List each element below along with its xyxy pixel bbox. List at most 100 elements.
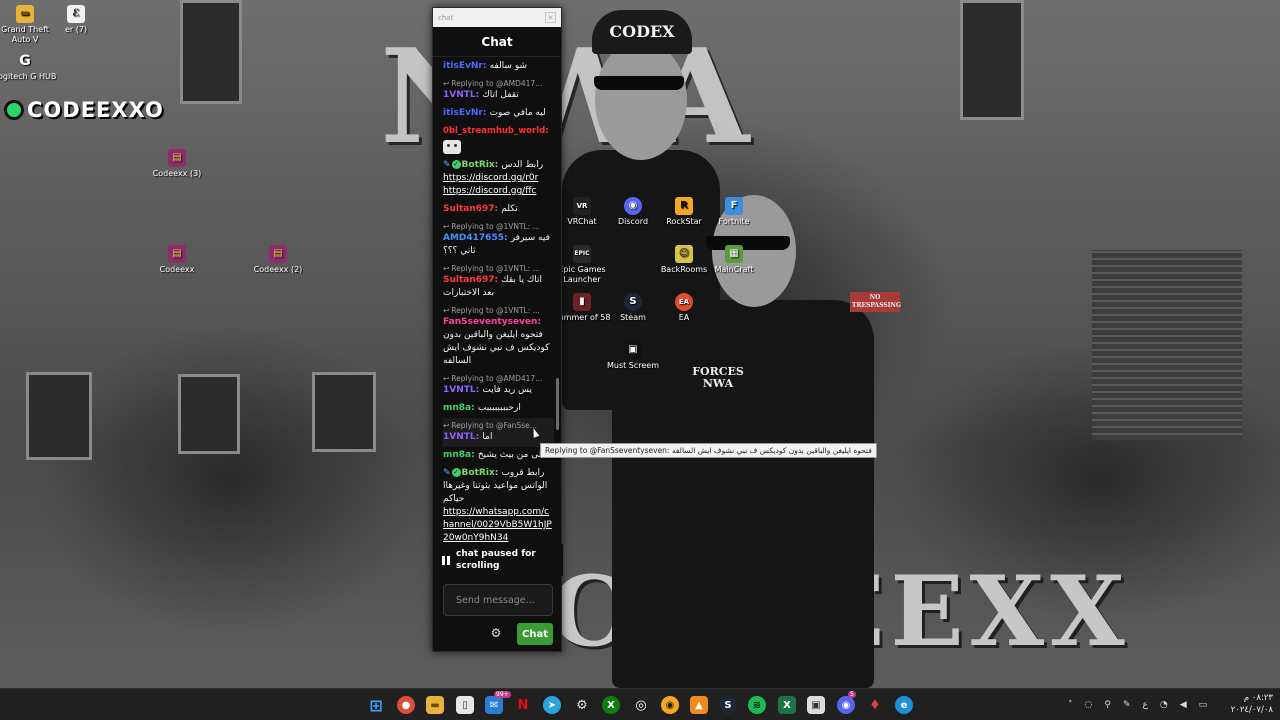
battery-icon[interactable]: ▭ <box>1199 700 1208 710</box>
message-link[interactable]: https://whatsapp.com/channel/0029VbB5W1h… <box>443 506 554 543</box>
reply-indicator[interactable]: ↩ Replying to @AMD417... <box>443 373 554 384</box>
microphone-icon[interactable]: ⚲ <box>1104 700 1111 710</box>
desktop-icon-codeexx[interactable]: ▤ Codeexx <box>145 245 209 275</box>
taskbar: ⊞ ● ▬ ▯ ✉ 99+ N ➤ ⚙ X ◎ ◉ ▲ S ≋ X ▣ ◉ 5 … <box>0 688 1280 720</box>
reply-indicator[interactable]: ↩ Replying to @1VNTL: ... <box>443 305 554 316</box>
discord-2-icon[interactable]: ◉ <box>837 696 855 714</box>
start-icon[interactable]: ⊞ <box>367 696 385 715</box>
chat-paused-banner[interactable]: chat paused for scrolling <box>433 544 563 576</box>
desktop-icon-codeexx-3[interactable]: ▤ Codeexx (3) <box>145 149 209 179</box>
file-explorer-icon[interactable]: ▬ <box>426 696 444 714</box>
message-author[interactable]: 1VNTL <box>443 432 476 442</box>
mail-icon[interactable]: ✉ <box>485 696 503 714</box>
desktop-icon-label: VRChat <box>567 217 597 226</box>
desktop-icon-fortnite[interactable]: F Fortnite <box>702 197 766 227</box>
message-author[interactable]: itisEvNr <box>443 108 483 118</box>
window-icon[interactable]: ▣ <box>807 696 825 714</box>
summer-icon: ▮ <box>573 293 591 311</box>
message-author[interactable]: FanSseventyseven <box>443 317 537 327</box>
discord-taskbar-icon[interactable]: ◉ <box>661 696 679 714</box>
chat-window-titlebar[interactable]: chat × <box>433 8 561 27</box>
volume-icon[interactable]: ◀ <box>1180 700 1187 710</box>
chevron-up-icon[interactable]: ˄ <box>1068 700 1073 710</box>
chat-message-list[interactable]: itisEvNr: شو سالفه ↩ Replying to @AMD417.… <box>433 58 563 543</box>
message-author[interactable]: BotRix <box>462 468 495 478</box>
settings-icon[interactable]: ⚙ <box>573 696 591 714</box>
reply-arrow-icon: ↩ <box>443 79 450 88</box>
vlc-icon[interactable]: ▲ <box>690 696 708 714</box>
message-author[interactable]: 1VNTL <box>443 385 476 395</box>
desktop-icon-must-screem[interactable]: ▣ Must Screem <box>601 341 665 371</box>
wallpaper-badge: FORCES NWA <box>692 365 744 390</box>
taskbar-clock[interactable]: ٠٨:٢٣ م ٢٠٢٤/٠٧/٠٨ <box>1213 692 1273 716</box>
backrooms-icon: ☺ <box>675 245 693 263</box>
message-author[interactable]: itisEvNr <box>443 61 483 71</box>
hotspot-icon[interactable]: ◌ <box>1085 700 1093 710</box>
send-message-box[interactable] <box>443 584 553 616</box>
chat-scrollbar-thumb[interactable] <box>556 378 559 430</box>
author-colon: : <box>503 233 511 243</box>
pen-icon[interactable]: ✎ <box>1123 700 1131 710</box>
capture-icon[interactable]: ◎ <box>632 696 650 714</box>
vrchat-icon: VR <box>573 197 591 215</box>
message-author[interactable]: mn8a <box>443 450 471 460</box>
desktop-icon-label: Codeexx (3) <box>152 169 202 178</box>
pin-app-icon[interactable]: ♦ <box>866 696 884 714</box>
spotify-icon[interactable]: ≋ <box>748 696 766 714</box>
excel-icon[interactable]: X <box>778 696 796 714</box>
chrome-icon[interactable]: ● <box>397 696 415 714</box>
rockstar-icon: R <box>675 197 693 215</box>
message-author[interactable]: Sultan697 <box>443 275 495 285</box>
desktop-icon-codeexx-2[interactable]: ▤ Codeexx (2) <box>246 245 310 275</box>
message-text: تقفل اتاك <box>482 90 519 100</box>
message-author[interactable]: Sultan697 <box>443 204 495 214</box>
reply-arrow-icon: ↩ <box>443 306 450 315</box>
reply-indicator[interactable]: ↩ Replying to @1VNTL: ... <box>443 221 554 232</box>
keyboard-language[interactable]: ع <box>1143 700 1148 710</box>
wifi-icon[interactable]: ◔ <box>1160 700 1168 710</box>
xbox-icon[interactable]: X <box>602 696 620 714</box>
message-author[interactable]: 0bl_streamhub_world <box>443 126 545 136</box>
must-screem-icon: ▣ <box>624 341 642 359</box>
reply-indicator[interactable]: ↩ Replying to @1VNTL: ... <box>443 263 554 274</box>
reply-text: Replying to @1VNTL: ... <box>451 222 540 231</box>
telegram-icon[interactable]: ➤ <box>543 696 561 714</box>
message-link[interactable]: https://discord.gg/ffc <box>443 185 554 198</box>
edge-icon[interactable]: e <box>895 696 913 714</box>
netflix-icon[interactable]: N <box>514 696 532 714</box>
codex-app-icon: ℰ <box>67 5 85 23</box>
chat-scrollbar[interactable] <box>556 60 559 540</box>
message-author[interactable]: AMD417655 <box>443 233 504 243</box>
gear-icon[interactable]: ⚙ <box>489 626 503 640</box>
message-link[interactable]: https://discord.gg/r0r <box>443 172 554 185</box>
clock-date: ٢٠٢٤/٠٧/٠٨ <box>1230 705 1273 715</box>
wallpaper-garage-door <box>1092 250 1242 440</box>
folder-icon: ▬ <box>16 5 34 23</box>
desktop-icon-minecraft[interactable]: ▦ MainCraft <box>702 245 766 275</box>
message-text: اخلى من بيث يشيخ <box>477 450 550 460</box>
message-author[interactable]: 1VNTL <box>443 90 476 100</box>
notes-icon[interactable]: ▯ <box>456 696 474 714</box>
desktop-icon-label: Grand Theft Auto V <box>1 25 49 44</box>
desktop-icon-label: Steam <box>620 313 646 322</box>
wallpaper-window <box>178 374 240 454</box>
close-icon[interactable]: × <box>545 12 556 23</box>
chat-message: ↩ Replying to @AMD417... 1VNTL: تقفل اتاك <box>443 76 554 105</box>
message-author[interactable]: BotRix <box>462 160 495 170</box>
wallpaper-cap: CODEX <box>592 10 692 54</box>
desktop-icon-ea[interactable]: EA EA <box>652 293 716 323</box>
desktop-icon-logitech[interactable]: G Logitech G HUB <box>0 52 57 82</box>
desktop-icon-label: Codeexx (2) <box>253 265 303 274</box>
chat-message: ↩ Replying to @1VNTL: ... AMD417655: فيه … <box>443 219 554 261</box>
steam-taskbar-icon[interactable]: S <box>719 696 737 714</box>
desktop-icon-er-7[interactable]: ℰ er (7) <box>44 5 108 35</box>
author-colon: : <box>471 403 478 413</box>
send-message-input[interactable] <box>444 585 552 615</box>
chat-message: 0bl_streamhub_world: <box>443 123 554 157</box>
reply-text: Replying to @1VNTL: ... <box>451 264 540 273</box>
message-author[interactable]: mn8a <box>443 403 471 413</box>
chat-send-button[interactable]: Chat <box>517 623 553 645</box>
reply-indicator[interactable]: ↩ Replying to @AMD417... <box>443 78 554 89</box>
archive-icon: ▤ <box>168 149 186 167</box>
desktop-icon-label: Logitech G HUB <box>0 72 57 81</box>
